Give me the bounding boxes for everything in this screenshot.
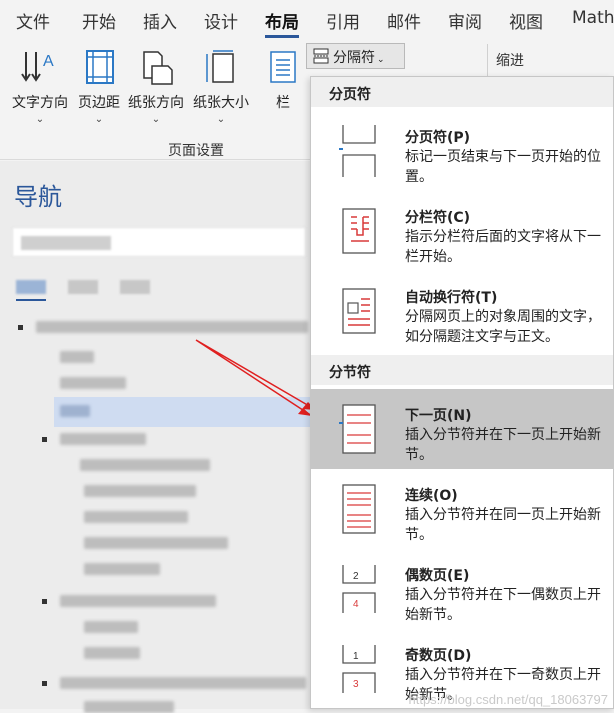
continuous-break-icon [342, 484, 376, 534]
collapse-bullet[interactable] [42, 599, 47, 604]
navigation-pane: 导航 [0, 161, 310, 713]
margins-icon [86, 50, 114, 84]
page-breaks-header: 分页符 [311, 77, 613, 107]
tab-file[interactable]: 文件 [16, 8, 50, 38]
tab-home[interactable]: 开始 [82, 8, 116, 38]
nav-heading[interactable] [84, 621, 138, 633]
nav-heading[interactable] [84, 511, 188, 523]
nav-heading[interactable] [60, 595, 216, 607]
page-break-icon [339, 125, 376, 177]
columns-icon [270, 51, 296, 83]
nav-selected-heading[interactable] [54, 397, 310, 427]
text-wrapping-break-item[interactable]: 自动换行符(T) 分隔网页上的对象周围的文字，如分隔题注文字与正文。 [311, 271, 613, 351]
collapse-bullet[interactable] [42, 681, 47, 686]
size-icon [206, 50, 234, 83]
chevron-down-icon: ⌄ [151, 114, 161, 125]
page-setup-group-label: 页面设置 [168, 143, 224, 159]
orientation-icon [143, 51, 173, 85]
tab-design[interactable]: 设计 [204, 8, 238, 38]
nav-heading[interactable] [84, 563, 160, 575]
nav-tab-pages[interactable] [68, 280, 98, 294]
breaks-button[interactable]: 分隔符 ⌄ [306, 43, 405, 69]
collapse-bullet[interactable] [18, 325, 23, 330]
column-break-icon [342, 208, 376, 254]
text-direction-button[interactable]: A 文字方向 ⌄ [12, 48, 68, 125]
nav-tab-headings[interactable] [16, 280, 46, 294]
nav-tab-results[interactable] [120, 280, 150, 294]
svg-text:1: 1 [353, 651, 359, 662]
nav-heading[interactable] [60, 405, 90, 417]
orientation-button[interactable]: 纸张方向 ⌄ [128, 48, 184, 125]
tab-mailings[interactable]: 邮件 [387, 8, 421, 38]
nav-tab-indicator [16, 299, 46, 301]
margins-button[interactable]: 页边距 ⌄ [78, 48, 120, 125]
chevron-down-icon: ⌄ [377, 55, 385, 65]
nav-heading[interactable] [60, 677, 306, 689]
text-wrapping-break-icon [342, 288, 376, 334]
chevron-down-icon: ⌄ [35, 114, 45, 125]
page-break-item[interactable]: 分页符(P) 标记一页结束与下一页开始的位置。 [311, 111, 613, 191]
nav-search-input[interactable] [12, 227, 306, 257]
even-page-break-icon: 2 4 [342, 565, 376, 613]
collapse-bullet[interactable] [42, 437, 47, 442]
odd-page-break-icon: 1 3 [342, 645, 376, 693]
tab-view[interactable]: 视图 [509, 8, 543, 38]
breaks-icon [313, 48, 329, 64]
nav-heading[interactable] [80, 459, 210, 471]
continuous-break-item[interactable]: 连续(O) 插入分节符并在同一页上开始新节。 [311, 469, 613, 549]
watermark: https://blog.csdn.net/qq_18063797 [408, 692, 609, 707]
svg-text:4: 4 [353, 599, 359, 610]
column-break-item[interactable]: 分栏符(C) 指示分栏符后面的文字将从下一栏开始。 [311, 191, 613, 271]
text-direction-icon: A [21, 52, 54, 82]
columns-button[interactable]: 栏 [268, 48, 298, 112]
nav-heading[interactable] [84, 537, 228, 549]
nav-heading[interactable] [36, 321, 308, 333]
svg-text:2: 2 [353, 571, 359, 582]
nav-heading[interactable] [84, 701, 174, 713]
tab-insert[interactable]: 插入 [143, 8, 177, 38]
nav-tabs [16, 279, 172, 298]
tab-references[interactable]: 引用 [326, 8, 360, 38]
section-breaks-header: 分节符 [311, 355, 613, 385]
breaks-menu: 分页符 分页符(P) 标记一页结束与下一页开始的位置。 分栏符(C) 指示分栏符… [310, 76, 614, 709]
nav-heading[interactable] [60, 433, 146, 445]
tab-review[interactable]: 审阅 [448, 8, 482, 38]
next-page-break-icon [339, 404, 376, 454]
tab-math[interactable]: Math [572, 8, 614, 38]
nav-heading[interactable] [84, 485, 196, 497]
svg-text:A: A [43, 53, 54, 70]
svg-text:3: 3 [353, 679, 359, 690]
size-button[interactable]: 纸张大小 ⌄ [193, 48, 249, 125]
even-page-break-item[interactable]: 2 4 偶数页(E) 插入分节符并在下一偶数页上开始新节。 [311, 549, 613, 629]
nav-heading[interactable] [60, 351, 94, 363]
navigation-title: 导航 [14, 183, 62, 211]
nav-heading[interactable] [84, 647, 140, 659]
next-page-break-item[interactable]: 下一页(N) 插入分节符并在下一页上开始新节。 [311, 389, 613, 469]
ribbon-tab-bar: 文件 开始 插入 设计 布局 引用 邮件 审阅 视图 Math [0, 0, 614, 38]
tab-layout[interactable]: 布局 [265, 8, 299, 38]
indent-label: 缩进 [496, 53, 524, 69]
chevron-down-icon: ⌄ [94, 114, 104, 125]
chevron-down-icon: ⌄ [216, 114, 226, 125]
nav-heading[interactable] [60, 377, 126, 389]
